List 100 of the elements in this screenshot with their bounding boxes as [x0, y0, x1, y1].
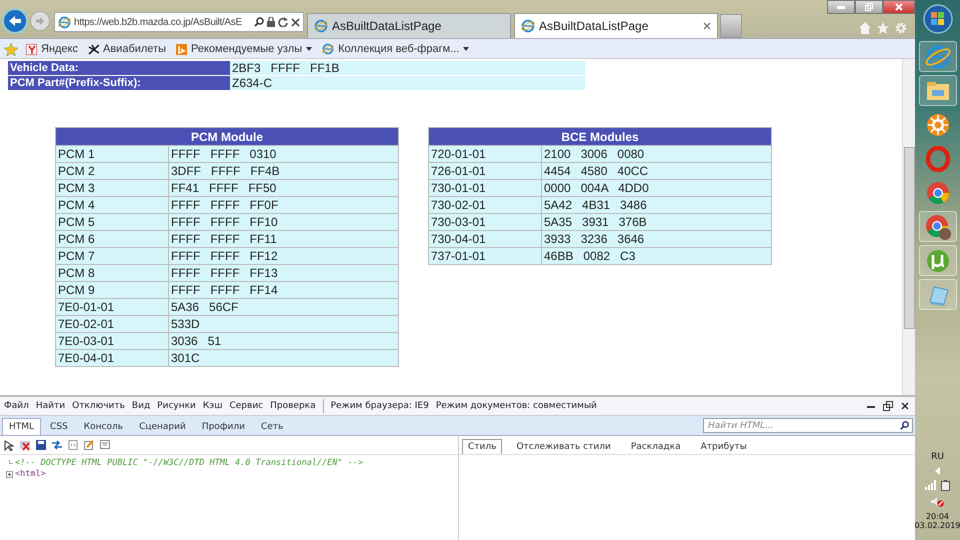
- clock-time[interactable]: 20:04: [926, 512, 950, 521]
- taskbar-button[interactable]: [918, 211, 956, 242]
- favorites-link[interactable]: Рекомендуемые узлы: [174, 43, 314, 55]
- table-cell: 46BB 0082 C3: [542, 248, 772, 264]
- search-field[interactable]: Найти HTML...: [703, 418, 913, 433]
- restore-icon[interactable]: [883, 401, 893, 411]
- devtools-tab[interactable]: Консоль: [76, 418, 130, 435]
- battery-icon[interactable]: [941, 480, 950, 491]
- document-icon[interactable]: [68, 440, 78, 450]
- table-cell: 4454 4580 40CC: [542, 162, 772, 180]
- close-icon[interactable]: [291, 18, 300, 26]
- favorites-link[interactable]: Коллекция веб-фрагм...: [320, 43, 472, 55]
- minimize-icon[interactable]: [867, 404, 875, 408]
- devtools-tab[interactable]: HTML: [2, 418, 42, 435]
- close-button[interactable]: [883, 0, 915, 14]
- taskbar-button[interactable]: [918, 75, 956, 106]
- muted-speaker-icon[interactable]: [931, 496, 944, 507]
- minimize-button[interactable]: [827, 0, 855, 14]
- devtools-tab[interactable]: Сценарий: [132, 418, 193, 435]
- color-wheel-icon: [924, 180, 950, 206]
- field-value: Z634-C: [230, 76, 585, 90]
- menu-item[interactable]: Рисунки: [157, 401, 196, 411]
- table-cell: FFFF FFFF FF0F: [168, 196, 398, 214]
- menu-item[interactable]: Сервис: [229, 401, 264, 411]
- close-icon[interactable]: [901, 402, 909, 410]
- field-value: 2BF3 FFFF FF1B: [230, 61, 585, 76]
- back-button[interactable]: [2, 8, 28, 34]
- menu-item[interactable]: Отключить: [72, 401, 125, 411]
- devtools-tab[interactable]: Профили: [194, 418, 252, 435]
- letter-tile-icon: [26, 44, 37, 54]
- favorites-star-icon[interactable]: [4, 42, 18, 56]
- expand-icon[interactable]: [6, 471, 13, 478]
- caret-icon: [463, 47, 470, 51]
- table-cell: 533D: [168, 316, 398, 332]
- table-cell: 737-01-01: [428, 248, 542, 264]
- code-line[interactable]: <html>: [15, 469, 46, 480]
- close-icon: [895, 3, 903, 11]
- table-cell: 3933 3236 3646: [542, 230, 772, 248]
- devtools-tab[interactable]: CSS: [43, 418, 75, 435]
- table-cell: FFFF FFFF FF14: [168, 282, 398, 298]
- browser-e-icon: [521, 19, 535, 33]
- table-cell: FFFF FFFF FF12: [168, 248, 398, 264]
- back-arrow-icon: [8, 15, 22, 27]
- play-tile-icon: [176, 44, 188, 54]
- menu-item[interactable]: Проверка: [270, 401, 316, 411]
- table-cell: 720-01-01: [428, 146, 542, 162]
- menu-item[interactable]: Кэш: [202, 401, 222, 411]
- table-cell: PCM 7: [56, 248, 168, 264]
- table-cell: PCM 8: [56, 264, 168, 282]
- address-field[interactable]: https://web.b2b.mazda.co.jp/AsBuilt/AsE: [54, 12, 304, 32]
- browser-mode[interactable]: Режим браузера: IE9: [330, 401, 429, 411]
- menu-item[interactable]: Вид: [132, 401, 150, 411]
- browser-tab[interactable]: AsBuiltDataListPage: [307, 13, 511, 38]
- taskbar-button[interactable]: [918, 279, 956, 310]
- browser-e-icon: [322, 43, 334, 55]
- edit-icon[interactable]: [84, 440, 94, 450]
- refresh-icon[interactable]: [278, 17, 288, 27]
- table-cell: 301C: [168, 350, 398, 366]
- table-cell: 0000 004A 4DD0: [542, 180, 772, 196]
- style-tab[interactable]: Атрибуты: [694, 439, 753, 454]
- table-cell: PCM 6: [56, 230, 168, 248]
- tree-line-icon: [6, 460, 13, 467]
- table-cell: FF41 FFFF FF50: [168, 180, 398, 196]
- style-tab[interactable]: Раскладка: [624, 439, 687, 454]
- caret-icon: [306, 47, 312, 51]
- airplane-icon: [88, 44, 99, 54]
- table-cell: FFFF FFFF FF13: [168, 264, 398, 282]
- language-indicator[interactable]: RU: [931, 452, 944, 462]
- table-cell: 3036 51: [168, 332, 398, 350]
- lock-icon: [267, 17, 275, 27]
- cursor-icon[interactable]: [4, 440, 14, 450]
- browser-tab[interactable]: AsBuiltDataListPage: [514, 13, 718, 38]
- field-label: PCM Part#(Prefix-Suffix):: [8, 76, 230, 90]
- style-tab[interactable]: Стиль: [462, 439, 502, 454]
- table-cell: PCM 1: [56, 146, 168, 162]
- save-icon[interactable]: [36, 440, 46, 450]
- favorites-link[interactable]: Авиабилеты: [86, 43, 168, 55]
- clear-icon[interactable]: [20, 440, 30, 450]
- menu-item[interactable]: Файл: [4, 401, 29, 411]
- table-cell: 7E0-03-01: [56, 332, 168, 350]
- table-cell: 7E0-04-01: [56, 350, 168, 366]
- restore-button[interactable]: [855, 0, 883, 14]
- devtools-tab[interactable]: Сеть: [254, 418, 290, 435]
- table-cell: 726-01-01: [428, 162, 542, 180]
- taskbar-button[interactable]: [918, 245, 956, 276]
- document-mode[interactable]: Режим документов: совместимый: [436, 401, 597, 411]
- star-icon[interactable]: [877, 22, 889, 34]
- wheel-icon: [924, 112, 950, 138]
- table-cell: 730-03-01: [428, 214, 542, 230]
- style-tab[interactable]: Отслеживать стили: [510, 439, 617, 454]
- table-header: BCE Modules: [428, 128, 772, 146]
- search-icon[interactable]: [254, 17, 264, 27]
- sync-arrows-icon[interactable]: [52, 440, 62, 450]
- menu-item[interactable]: Найти: [36, 401, 66, 411]
- table-cell: 730-04-01: [428, 230, 542, 248]
- clock-date[interactable]: 03.02.2019: [914, 521, 960, 530]
- screen-icon[interactable]: [100, 440, 110, 450]
- favorites-link[interactable]: Яндекс: [24, 43, 80, 55]
- table-header: PCM Module: [56, 128, 398, 146]
- code-line: <!-- DOCTYPE HTML PUBLIC "-//W3C//DTD HTML 4.0 Transitional//EN" -->: [15, 458, 363, 469]
